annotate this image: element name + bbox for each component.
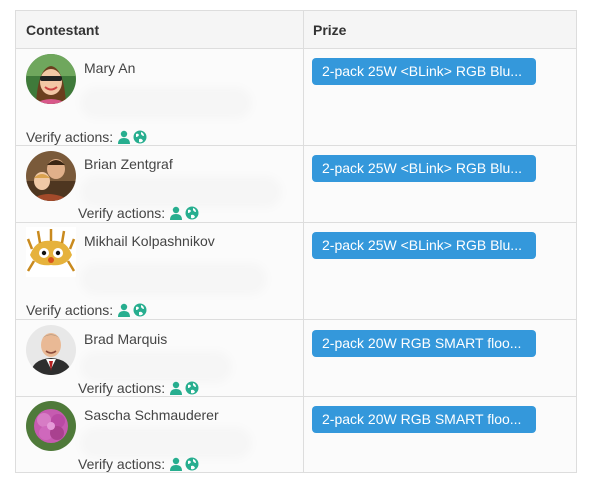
- verify-actions: Verify actions:: [78, 380, 201, 396]
- verify-actions: Verify actions:: [26, 302, 149, 318]
- globe-icon[interactable]: [185, 381, 199, 395]
- user-icon[interactable]: [117, 130, 131, 144]
- table-row: Brad Marquis Verify actions: 2-pack 20W …: [16, 320, 576, 397]
- table-row: Brian Zentgraf Verify actions: 2-pack 25…: [16, 146, 576, 223]
- redacted-entry-details: [86, 93, 246, 113]
- avatar: [26, 401, 76, 451]
- globe-icon[interactable]: [185, 206, 199, 220]
- verify-actions-label: Verify actions:: [78, 456, 166, 472]
- globe-icon[interactable]: [133, 130, 147, 144]
- verify-actions: Verify actions:: [78, 456, 201, 472]
- prize-button[interactable]: 2-pack 25W <BLink> RGB Blu...: [312, 232, 536, 259]
- contestant-name: Mikhail Kolpashnikov: [84, 233, 215, 249]
- globe-icon[interactable]: [133, 303, 147, 317]
- avatar: [26, 151, 76, 201]
- user-icon[interactable]: [117, 303, 131, 317]
- verify-actions-label: Verify actions:: [78, 380, 166, 396]
- prize-button[interactable]: 2-pack 20W RGB SMART floo...: [312, 406, 536, 433]
- redacted-entry-details: [86, 357, 226, 377]
- table-row: Sascha Schmauderer Verify actions: 2-pac…: [16, 397, 576, 472]
- contestants-table: Contestant Prize Mary An Verify actions:…: [15, 10, 577, 473]
- verify-actions-label: Verify actions:: [78, 205, 166, 221]
- table-row: Mary An Verify actions: 2-pack 25W <BLin…: [16, 49, 576, 146]
- avatar: [26, 227, 76, 277]
- verify-actions-label: Verify actions:: [26, 302, 114, 318]
- redacted-entry-details: [86, 269, 261, 289]
- header-prize: Prize: [313, 22, 347, 38]
- redacted-entry-details: [86, 433, 246, 453]
- column-divider: [303, 11, 304, 472]
- verify-actions: Verify actions:: [78, 205, 201, 221]
- avatar: [26, 54, 76, 104]
- user-icon[interactable]: [169, 457, 183, 471]
- table-header: Contestant Prize: [16, 11, 576, 49]
- user-icon[interactable]: [169, 206, 183, 220]
- contestant-name: Sascha Schmauderer: [84, 407, 219, 423]
- globe-icon[interactable]: [185, 457, 199, 471]
- redacted-entry-details: [86, 182, 276, 202]
- avatar: [26, 325, 76, 375]
- verify-actions: Verify actions:: [26, 129, 149, 145]
- contestant-name: Brian Zentgraf: [84, 156, 173, 172]
- contestant-name: Brad Marquis: [84, 331, 168, 347]
- prize-button[interactable]: 2-pack 20W RGB SMART floo...: [312, 330, 536, 357]
- prize-button[interactable]: 2-pack 25W <BLink> RGB Blu...: [312, 155, 536, 182]
- verify-actions-label: Verify actions:: [26, 129, 114, 145]
- user-icon[interactable]: [169, 381, 183, 395]
- table-row: Mikhail Kolpashnikov Verify actions: 2-p…: [16, 223, 576, 320]
- prize-button[interactable]: 2-pack 25W <BLink> RGB Blu...: [312, 58, 536, 85]
- header-contestant: Contestant: [26, 22, 100, 38]
- contestant-name: Mary An: [84, 60, 136, 76]
